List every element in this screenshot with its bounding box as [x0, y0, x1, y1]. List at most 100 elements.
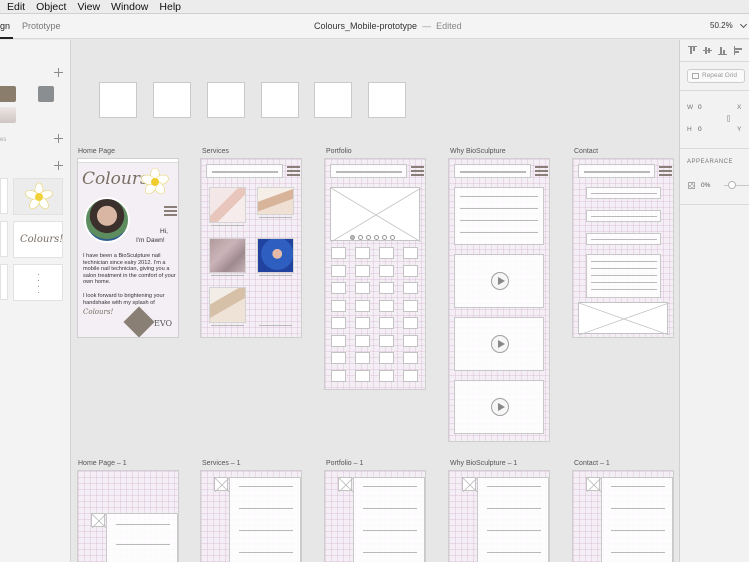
thumbnail-placeholder[interactable]: [403, 299, 418, 312]
artboard-label-services-1[interactable]: Services – 1: [202, 460, 241, 467]
artboard-label-home-1[interactable]: Home Page – 1: [78, 460, 127, 467]
menu-edit[interactable]: Edit: [7, 0, 25, 14]
color-swatch-grey[interactable]: [38, 86, 54, 102]
thumbnail-placeholder[interactable]: [355, 299, 370, 312]
artboard-services-1[interactable]: [200, 470, 302, 562]
hamburger-menu-icon[interactable]: [164, 206, 177, 216]
thumbnail-placeholder[interactable]: [331, 264, 346, 277]
artboard-label-contact[interactable]: Contact: [574, 148, 598, 155]
artboard-label-why[interactable]: Why BioSculpture: [450, 148, 506, 155]
flower-symbol-tile[interactable]: [13, 178, 63, 215]
thumbnail-placeholder[interactable]: [403, 352, 418, 364]
symbol-tile[interactable]: [0, 178, 8, 214]
thumbnail-placeholder[interactable]: [331, 247, 346, 259]
width-field[interactable]: 0: [698, 104, 702, 111]
add-color-icon[interactable]: [54, 68, 63, 77]
align-top-icon[interactable]: [688, 46, 697, 55]
thumbnail-placeholder[interactable]: [331, 334, 346, 347]
gallery-placeholder[interactable]: [330, 187, 422, 243]
close-icon[interactable]: [586, 477, 602, 493]
artboard-label-home[interactable]: Home Page: [78, 148, 115, 155]
thumbnail-placeholder[interactable]: [355, 334, 370, 347]
component-box[interactable]: [261, 82, 299, 118]
component-box[interactable]: [368, 82, 406, 118]
chevron-down-icon[interactable]: [739, 20, 748, 29]
artboard-label-portfolio[interactable]: Portfolio: [326, 148, 352, 155]
menu-view[interactable]: View: [77, 0, 100, 14]
service-photo[interactable]: [257, 238, 294, 273]
tab-design[interactable]: gn: [0, 14, 14, 39]
form-field[interactable]: [586, 233, 661, 245]
play-icon[interactable]: [491, 272, 509, 290]
component-box[interactable]: [153, 82, 191, 118]
logo-symbol-tile[interactable]: Colours!: [13, 221, 63, 258]
design-canvas[interactable]: Home Page Services Portfolio Why BioScul…: [72, 40, 679, 562]
thumbnail-placeholder[interactable]: [379, 317, 394, 329]
service-photo[interactable]: [209, 287, 246, 323]
service-photo[interactable]: [209, 238, 246, 273]
form-field[interactable]: [586, 187, 661, 199]
thumbnail-placeholder[interactable]: [331, 299, 346, 312]
color-swatch-brown[interactable]: [0, 86, 16, 102]
thumbnail-placeholder[interactable]: [355, 282, 370, 294]
thumbnail-placeholder[interactable]: [331, 352, 346, 364]
thumbnail-placeholder[interactable]: [355, 264, 370, 277]
menu-window[interactable]: Window: [111, 0, 148, 14]
color-swatch-light[interactable]: [0, 107, 16, 123]
repeat-grid-button[interactable]: Repeat Grid: [687, 69, 745, 83]
thumbnail-placeholder[interactable]: [379, 299, 394, 312]
component-box[interactable]: [207, 82, 245, 118]
hamburger-menu-icon[interactable]: [659, 166, 672, 176]
carousel-dots[interactable]: [350, 235, 395, 240]
align-bottom-icon[interactable]: [718, 46, 727, 55]
play-icon[interactable]: [491, 398, 509, 416]
tab-prototype[interactable]: Prototype: [22, 14, 61, 39]
thumbnail-placeholder[interactable]: [379, 264, 394, 277]
zoom-level[interactable]: 50.2%: [710, 14, 733, 38]
close-icon[interactable]: [91, 513, 107, 529]
artboard-label-why-1[interactable]: Why BioSculpture – 1: [450, 460, 517, 467]
align-middle-icon[interactable]: [703, 46, 712, 55]
component-box[interactable]: [314, 82, 352, 118]
dots-symbol-tile[interactable]: [13, 264, 63, 301]
video-placeholder[interactable]: [454, 317, 544, 371]
form-field[interactable]: [586, 210, 661, 222]
artboard-label-contact-1[interactable]: Contact – 1: [574, 460, 610, 467]
artboard-portfolio-1[interactable]: [324, 470, 426, 562]
menu-help[interactable]: Help: [159, 0, 181, 14]
thumbnail-placeholder[interactable]: [331, 317, 346, 329]
opacity-slider-thumb[interactable]: [728, 181, 736, 189]
thumbnail-placeholder[interactable]: [379, 334, 394, 347]
thumbnail-placeholder[interactable]: [355, 352, 370, 364]
thumbnail-placeholder[interactable]: [403, 247, 418, 259]
symbol-tile[interactable]: [0, 264, 8, 300]
lock-aspect-icon[interactable]: [727, 115, 730, 122]
add-style-icon[interactable]: [54, 134, 63, 143]
hamburger-menu-icon[interactable]: [535, 166, 548, 176]
artboard-services[interactable]: [200, 158, 302, 338]
thumbnail-placeholder[interactable]: [403, 264, 418, 277]
hamburger-menu-icon[interactable]: [411, 166, 424, 176]
thumbnail-placeholder[interactable]: [403, 317, 418, 329]
menu-object[interactable]: Object: [36, 0, 66, 14]
video-placeholder[interactable]: [454, 254, 544, 308]
artboard-portfolio[interactable]: [324, 158, 426, 390]
artboard-label-portfolio-1[interactable]: Portfolio – 1: [326, 460, 363, 467]
thumbnail-placeholder[interactable]: [403, 282, 418, 294]
map-placeholder[interactable]: [578, 302, 670, 336]
artboard-contact[interactable]: [572, 158, 674, 338]
play-icon[interactable]: [491, 335, 509, 353]
artboard-label-services[interactable]: Services: [202, 148, 229, 155]
artboard-home-page[interactable]: Colours! Hi, I'm Dawn! I have been a Bio…: [77, 158, 179, 338]
thumbnail-placeholder[interactable]: [403, 334, 418, 347]
service-photo[interactable]: [257, 187, 294, 215]
align-left-icon[interactable]: [734, 46, 743, 55]
artboard-why-biosculpture-1[interactable]: [448, 470, 550, 562]
thumbnail-placeholder[interactable]: [331, 369, 346, 382]
thumbnail-placeholder[interactable]: [355, 369, 370, 382]
artboard-home-page-1[interactable]: [77, 470, 179, 562]
symbol-tile[interactable]: [0, 221, 8, 257]
thumbnail-placeholder[interactable]: [403, 369, 418, 382]
height-field[interactable]: 0: [698, 126, 702, 133]
artboard-why-biosculpture[interactable]: [448, 158, 550, 442]
